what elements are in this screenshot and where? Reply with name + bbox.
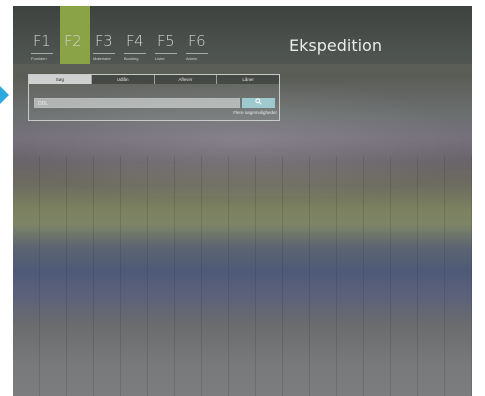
tab-laner[interactable]: Låner xyxy=(217,75,279,84)
fkey-underline xyxy=(93,53,115,54)
fkey-f4-key: F4 xyxy=(126,32,144,50)
fkey-f5-label: Lister xyxy=(155,56,165,61)
fkey-f4-label: Booking xyxy=(124,56,139,61)
fkey-f1[interactable]: F1 Forsiden xyxy=(29,6,59,64)
fkey-f3[interactable]: F3 Materialer xyxy=(91,6,121,64)
fkey-f1-key: F1 xyxy=(33,32,51,50)
fkey-underline xyxy=(124,53,146,54)
fkey-f3-label: Materialer xyxy=(93,56,111,61)
more-search-options-link[interactable]: Flere søgemuligheder xyxy=(233,110,277,115)
background-floor xyxy=(13,156,472,396)
fkey-f2-key: F2 xyxy=(64,32,82,50)
fkey-f6-label: Admin xyxy=(186,56,198,61)
tab-aflever[interactable]: Aflever xyxy=(154,75,218,84)
app-window: F1 Forsiden F2 F3 Materialer F4 Booking … xyxy=(13,6,472,396)
fkey-underline xyxy=(155,53,177,54)
fkey-underline xyxy=(31,53,53,54)
side-edge-indicator xyxy=(0,86,9,104)
top-header: F1 Forsiden F2 F3 Materialer F4 Booking … xyxy=(13,6,472,64)
panel-tabs: Søg Udlån Aflever Låner xyxy=(29,75,279,84)
fkey-f4[interactable]: F4 Booking xyxy=(122,6,152,64)
fkey-f5[interactable]: F5 Lister xyxy=(153,6,183,64)
fkey-f6[interactable]: F6 Admin xyxy=(184,6,214,64)
fkey-f5-key: F5 xyxy=(157,32,175,50)
search-button[interactable] xyxy=(242,98,275,108)
fkey-underline xyxy=(186,53,208,54)
fkey-f3-key: F3 xyxy=(95,32,113,50)
fkey-f2[interactable]: F2 xyxy=(60,6,90,64)
tab-sog[interactable]: Søg xyxy=(29,75,92,84)
fkey-f1-label: Forsiden xyxy=(31,56,47,61)
page-title: Ekspedition xyxy=(289,36,382,55)
fkey-f6-key: F6 xyxy=(188,32,206,50)
search-panel: Søg Udlån Aflever Låner DDL Flere søgemu… xyxy=(28,74,280,121)
tab-udlan[interactable]: Udlån xyxy=(91,75,155,84)
search-icon xyxy=(255,98,262,105)
search-input[interactable]: DDL xyxy=(34,98,240,108)
